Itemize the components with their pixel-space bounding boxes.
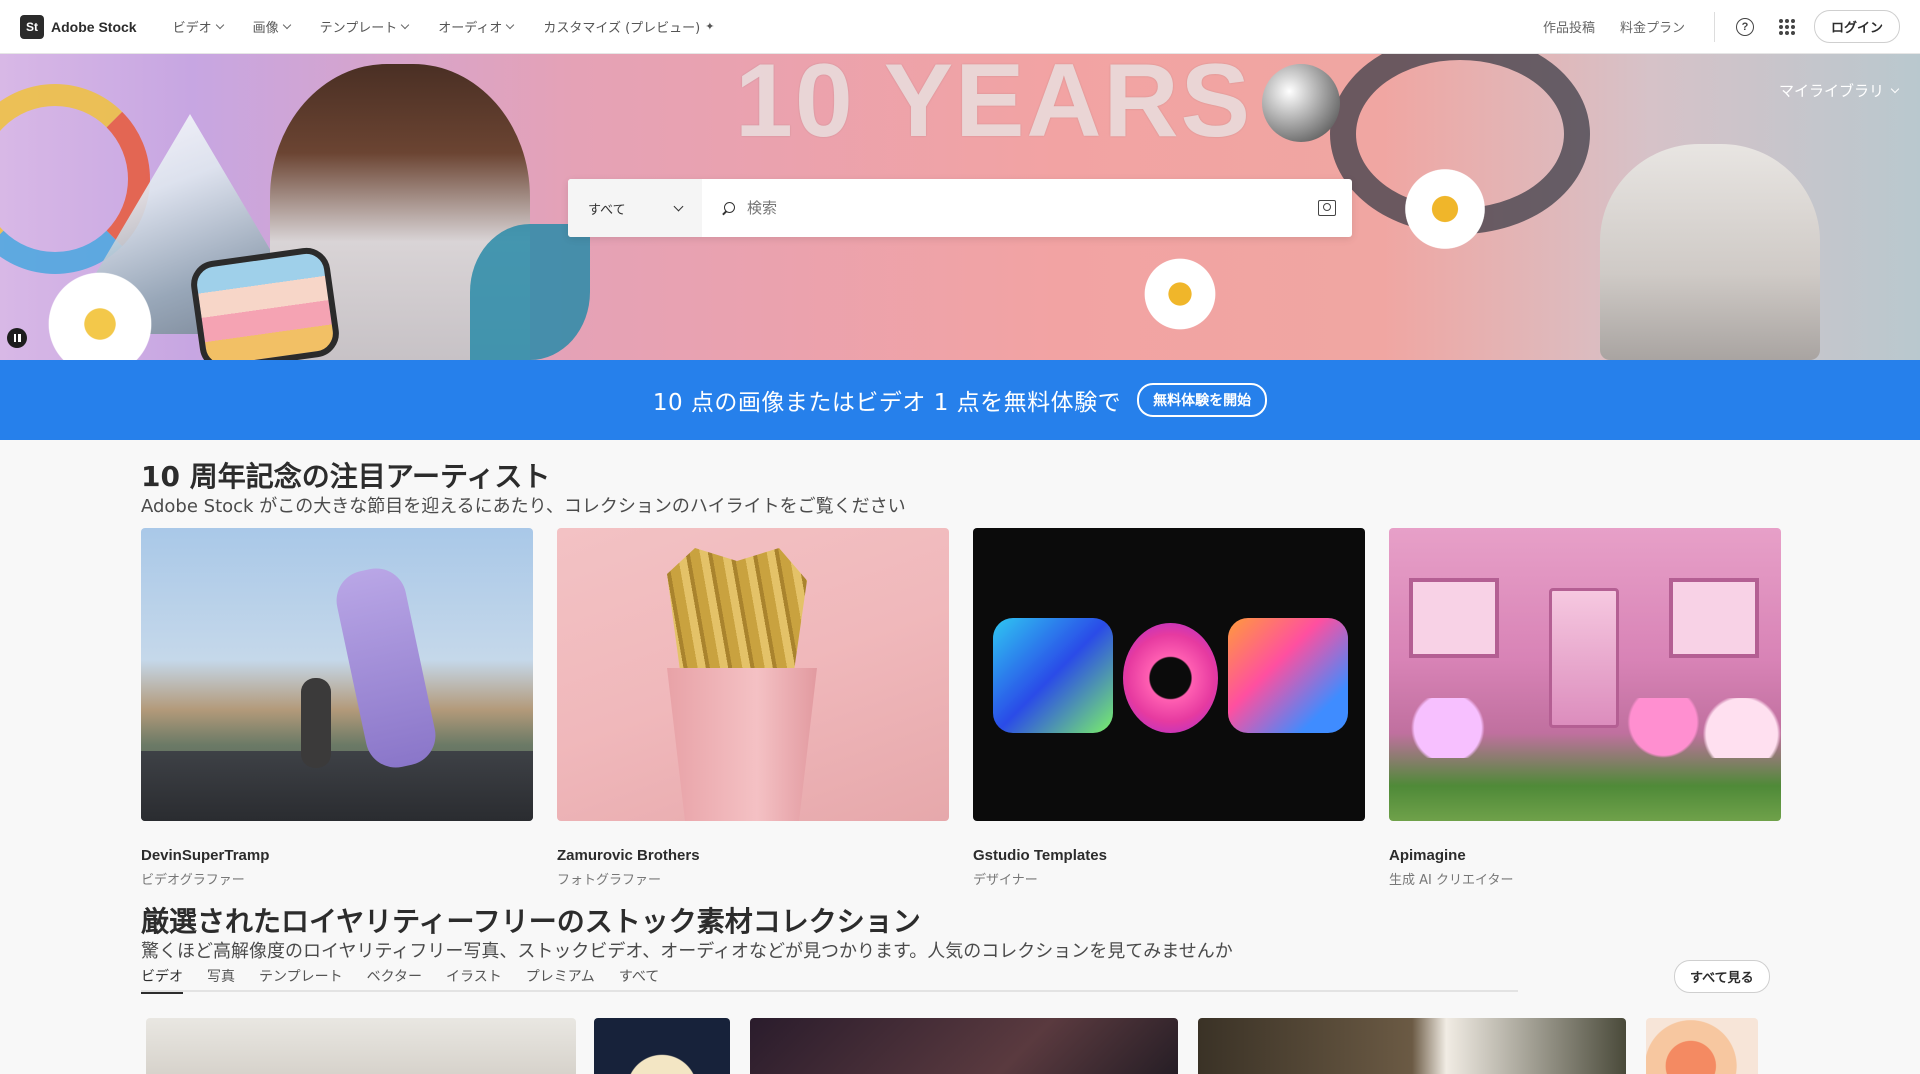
pause-button[interactable] <box>7 328 27 348</box>
tab-illustrations[interactable]: イラスト <box>446 966 502 992</box>
collection-thumb[interactable] <box>750 1018 1178 1074</box>
wow-letter-w2 <box>1228 618 1348 733</box>
collection-tabs: ビデオ 写真 テンプレート ベクター イラスト プレミアム すべて <box>141 966 1518 994</box>
chevron-down-icon <box>400 20 410 30</box>
train-flowers <box>1389 698 1781 758</box>
road-shape <box>141 751 533 821</box>
nav-audio[interactable]: オーディオ <box>438 17 515 36</box>
chevron-down-icon <box>282 20 291 30</box>
search-category-select[interactable]: すべて <box>568 179 702 237</box>
artist-cards: DevinSuperTramp ビデオグラファー Zamurovic Broth… <box>141 528 1781 888</box>
nav-customize-label: カスタマイズ (プレビュー) <box>543 21 701 36</box>
artists-section-subtitle: Adobe Stock がこの大きな節目を迎えるにあたり、コレクションのハイライ… <box>141 496 906 517</box>
tab-all[interactable]: すべて <box>619 966 659 992</box>
nav-audio-label: オーディオ <box>438 21 503 36</box>
artist-card[interactable]: DevinSuperTramp ビデオグラファー <box>141 528 533 888</box>
hero-decor-statue <box>1600 144 1820 360</box>
free-trial-banner: 10 点の画像またはビデオ 1 点を無料体験で 無料体験を開始 <box>0 360 1920 440</box>
apps-grid-icon[interactable] <box>1778 18 1795 35</box>
header-right: 作品投稿 料金プラン ? ログイン <box>1543 10 1900 43</box>
artist-name: Gstudio Templates <box>973 847 1107 864</box>
tab-vectors[interactable]: ベクター <box>367 966 422 992</box>
skater-figure <box>330 562 442 774</box>
search-input[interactable] <box>747 199 1306 217</box>
artist-name: Zamurovic Brothers <box>557 847 700 864</box>
train-window-right <box>1669 578 1759 658</box>
train-window-left <box>1409 578 1499 658</box>
fries-box-shape <box>667 668 817 821</box>
search-icon <box>722 201 735 215</box>
logo-text: Adobe Stock <box>51 18 137 35</box>
pricing-link[interactable]: 料金プラン <box>1620 17 1685 36</box>
tab-video[interactable]: ビデオ <box>141 966 183 994</box>
stock-logo-icon: St <box>20 14 44 39</box>
see-all-button[interactable]: すべて見る <box>1674 960 1770 993</box>
search-field <box>702 179 1352 237</box>
chevron-down-icon <box>1890 84 1900 94</box>
visual-search-icon[interactable] <box>1318 200 1336 216</box>
tab-premium[interactable]: プレミアム <box>526 966 595 992</box>
hero-decor-disco <box>1262 64 1340 142</box>
hero-banner: 10 YEARS マイライブラリ すべて <box>0 54 1920 360</box>
nav-templates[interactable]: テンプレート <box>319 17 410 36</box>
contributor-link[interactable]: 作品投稿 <box>1543 17 1595 36</box>
artist-role: デザイナー <box>973 873 1038 888</box>
artist-role: 生成 AI クリエイター <box>1389 873 1514 888</box>
wow-letter-o <box>1123 623 1218 733</box>
artist-card-image <box>973 528 1365 821</box>
start-free-trial-button[interactable]: 無料体験を開始 <box>1137 383 1268 417</box>
tab-templates[interactable]: テンプレート <box>259 966 343 992</box>
collection-thumbnails <box>0 1018 1920 1074</box>
nav-video-label: ビデオ <box>172 21 212 36</box>
companion-figure <box>301 678 331 768</box>
sparkle-icon: ✦ <box>705 20 715 33</box>
nav-video[interactable]: ビデオ <box>172 17 224 36</box>
tab-photos[interactable]: 写真 <box>207 966 235 992</box>
artist-name: DevinSuperTramp <box>141 847 270 864</box>
collection-section-subtitle: 驚くほど高解像度のロイヤリティフリー写真、ストックビデオ、オーディオなどが見つか… <box>141 941 1233 962</box>
artist-card-image <box>141 528 533 821</box>
main-nav: ビデオ 画像 テンプレート オーディオ カスタマイズ (プレビュー) ✦ <box>173 17 715 36</box>
search-bar: すべて <box>568 179 1352 237</box>
my-library-link[interactable]: マイライブラリ <box>1778 80 1900 101</box>
collection-thumb[interactable] <box>1646 1018 1758 1074</box>
search-category-value: すべて <box>588 202 626 218</box>
artists-section-title: 10 周年記念の注目アーティスト <box>141 460 551 493</box>
adobe-stock-logo[interactable]: St Adobe Stock <box>20 14 137 39</box>
my-library-label: マイライブラリ <box>1778 82 1884 100</box>
promo-text: 10 点の画像またはビデオ 1 点を無料体験で <box>652 390 1122 416</box>
login-button[interactable]: ログイン <box>1813 10 1900 43</box>
collection-thumb[interactable] <box>1198 1018 1626 1074</box>
artist-card-image <box>1389 528 1781 821</box>
help-icon[interactable]: ? <box>1735 17 1754 36</box>
nav-templates-label: テンプレート <box>319 21 398 36</box>
hero-decor-sticker <box>188 244 342 360</box>
chevron-down-icon <box>215 20 224 30</box>
chevron-down-icon <box>506 20 515 30</box>
chevron-down-icon <box>673 201 684 212</box>
nav-images[interactable]: 画像 <box>252 17 291 36</box>
fries-shape <box>667 548 807 678</box>
artist-role: フォトグラファー <box>557 873 662 888</box>
hero-decor-daisy-2 <box>1140 254 1220 334</box>
top-header: St Adobe Stock ビデオ 画像 テンプレート オーディオ カスタマイ… <box>0 0 1920 54</box>
nav-images-label: 画像 <box>252 21 279 36</box>
wow-letter-w1 <box>993 618 1113 733</box>
hero-10-years-text: 10 YEARS <box>735 54 1253 159</box>
artist-card[interactable]: Gstudio Templates デザイナー <box>973 528 1365 888</box>
artist-card[interactable]: Apimagine 生成 AI クリエイター <box>1389 528 1781 888</box>
nav-customize[interactable]: カスタマイズ (プレビュー) ✦ <box>543 17 714 36</box>
artist-role: ビデオグラファー <box>141 873 245 888</box>
hero-decor-daisy <box>1400 164 1490 254</box>
artist-card-image <box>557 528 949 821</box>
collection-section-title: 厳選されたロイヤリティーフリーのストック素材コレクション <box>141 905 921 938</box>
artist-card[interactable]: Zamurovic Brothers フォトグラファー <box>557 528 949 888</box>
artist-name: Apimagine <box>1389 847 1466 864</box>
header-divider <box>1713 11 1715 42</box>
collection-thumb[interactable] <box>594 1018 730 1074</box>
hero-decor-leaf <box>470 224 590 360</box>
collection-thumb[interactable] <box>146 1018 576 1074</box>
